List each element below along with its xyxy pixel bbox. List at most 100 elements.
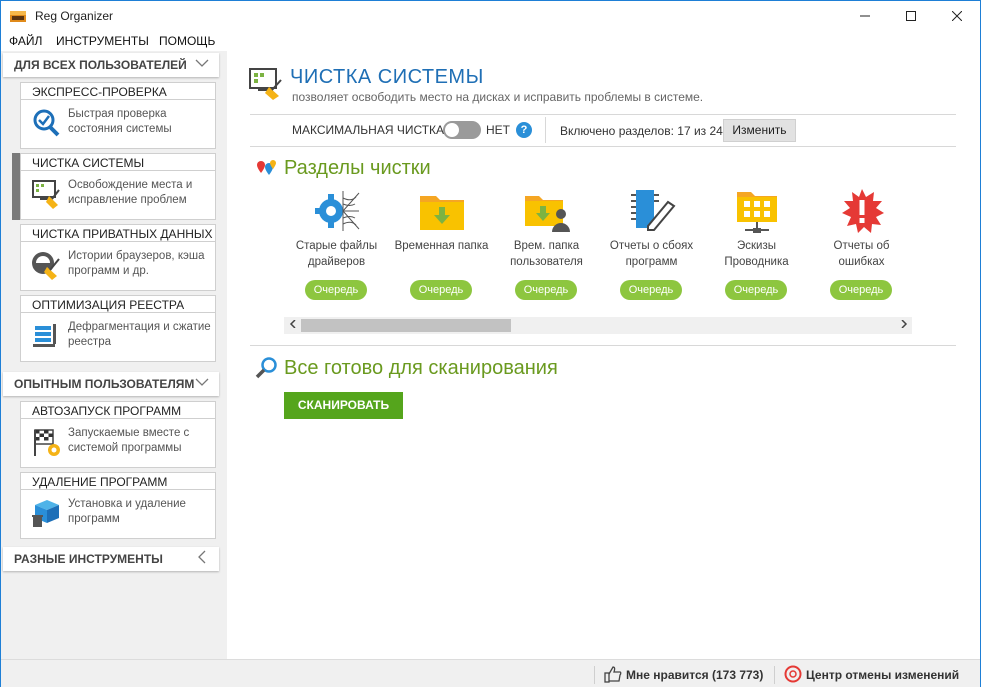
section-label: Временная папка [394, 240, 489, 252]
menu-bar: ФАЙЛ ИНСТРУМЕНТЫ ПОМОЩЬ [1, 31, 980, 51]
section-label: Отчеты о сбоях программ [609, 240, 694, 268]
maximize-button[interactable] [888, 1, 934, 31]
card-description: Запускаемые вместе с системой программы [68, 427, 190, 454]
queue-button[interactable]: Очередь [410, 280, 472, 300]
group-misc-tools[interactable]: РАЗНЫЕ ИНСТРУМЕНТЫ [3, 547, 219, 571]
card-title: ЧИСТКА СИСТЕМЫ [21, 154, 215, 171]
user-folder-icon [525, 196, 570, 232]
section-label: Старые файлы драйверов [295, 240, 378, 268]
scroll-left-arrow[interactable] [284, 317, 301, 334]
divider [250, 345, 956, 346]
page-title: ЧИСТКА СИСТЕМЫ [290, 66, 484, 88]
section-item-temp-folder: Временная папка Очередь [389, 186, 494, 306]
menu-help[interactable]: ПОМОЩЬ [159, 34, 215, 48]
broom-monitor-icon [249, 68, 282, 100]
maximize-icon [906, 11, 916, 21]
undo-center-button[interactable]: Центр отмены изменений [806, 668, 959, 682]
card-system-cleanup[interactable]: ЧИСТКА СИСТЕМЫ Освобождение места и испр… [20, 153, 216, 220]
ready-title: Все готово для сканирования [284, 357, 558, 379]
section-item-explorer-thumbs: Эскизы Проводника Очередь [704, 186, 809, 306]
title-bar: Reg Organizer [1, 1, 980, 31]
active-indicator [12, 153, 20, 220]
startup-flag-icon [34, 429, 60, 456]
minimize-icon [860, 15, 870, 17]
card-description: Освобождение места и исправление проблем [68, 179, 193, 206]
card-uninstall[interactable]: УДАЛЕНИЕ ПРОГРАММ Установка и удаление п… [20, 472, 216, 539]
help-icon[interactable]: ? [516, 122, 532, 138]
max-clean-toggle[interactable] [443, 121, 481, 139]
chevron-left-icon [198, 550, 206, 564]
queue-button[interactable]: Очередь [305, 280, 367, 300]
toggle-knob [445, 123, 459, 137]
card-description: Истории браузеров, кэша программ и др. [68, 250, 205, 277]
max-clean-label: МАКСИМАЛЬНАЯ ЧИСТКА [292, 123, 445, 137]
close-button[interactable] [934, 1, 980, 31]
close-icon [952, 11, 962, 21]
search-icon [255, 357, 277, 379]
menu-file[interactable]: ФАЙЛ [9, 34, 42, 48]
window-title: Reg Organizer [35, 9, 114, 23]
sections-title: Разделы чистки [284, 157, 431, 179]
queue-button[interactable]: Очередь [515, 280, 577, 300]
card-title: ЭКСПРЕСС-ПРОВЕРКА [21, 83, 215, 100]
chevron-down-icon [195, 378, 209, 386]
section-label: Эскизы Проводника [724, 240, 789, 268]
enabled-sections-count: Включено разделов: 17 из 24 [560, 124, 723, 138]
section-item-crash-reports: Отчеты о сбоях программ Очередь [599, 186, 704, 306]
divider [545, 117, 546, 143]
change-button[interactable]: Изменить [723, 119, 796, 142]
toggle-state-label: НЕТ [486, 123, 510, 137]
chevron-left-icon [289, 319, 296, 329]
main-content: ЧИСТКА СИСТЕМЫ позволяет освободить мест… [227, 51, 980, 659]
card-title: УДАЛЕНИЕ ПРОГРАММ [21, 473, 215, 490]
scroll-right-arrow[interactable] [895, 317, 912, 334]
section-item-old-drivers: Старые файлы драйверов Очередь [284, 186, 389, 306]
privacy-broom-icon [32, 252, 60, 280]
divider [250, 146, 956, 147]
section-item-error-reports: Отчеты об ошибках Очередь [809, 186, 914, 306]
thumbnail-folder-icon [737, 192, 777, 233]
divider [250, 114, 956, 115]
card-title: АВТОЗАПУСК ПРОГРАММ [21, 402, 215, 419]
divider [594, 666, 595, 684]
section-item-user-temp: Врем. папка пользователя Очередь [494, 186, 599, 306]
broom-monitor-icon [32, 180, 60, 209]
card-registry-optimize[interactable]: ОПТИМИЗАЦИЯ РЕЕСТРА Дефрагментация и сжа… [20, 295, 216, 362]
group-label: ДЛЯ ВСЕХ ПОЛЬЗОВАТЕЛЕЙ [14, 58, 187, 72]
registry-compress-icon [33, 324, 56, 347]
card-autostart[interactable]: АВТОЗАПУСК ПРОГРАММ Запускаемые вместе с… [20, 401, 216, 468]
section-label: Отчеты об ошибках [833, 240, 890, 268]
like-button[interactable]: Мне нравится (173 773) [626, 668, 763, 682]
card-express-check[interactable]: ЭКСПРЕСС-ПРОВЕРКА Быстрая проверка состо… [20, 82, 216, 149]
status-bar: Мне нравится (173 773) Центр отмены изме… [1, 659, 980, 687]
group-label: РАЗНЫЕ ИНСТРУМЕНТЫ [14, 552, 163, 566]
card-title: ЧИСТКА ПРИВАТНЫХ ДАННЫХ [21, 225, 215, 242]
group-advanced-users[interactable]: ОПЫТНЫМ ПОЛЬЗОВАТЕЛЯМ [3, 372, 219, 396]
queue-button[interactable]: Очередь [725, 280, 787, 300]
divider [774, 666, 775, 684]
scan-button[interactable]: СКАНИРОВАТЬ [284, 392, 403, 419]
app-window: Reg Organizer ФАЙЛ ИНСТРУМЕНТЫ ПОМОЩЬ ДЛ… [0, 0, 981, 687]
queue-button[interactable]: Очередь [830, 280, 892, 300]
chevron-down-icon [195, 59, 209, 67]
cleanup-sections-list: Старые файлы драйверов Очередь Временная… [284, 186, 916, 306]
gear-web-icon [315, 191, 360, 231]
queue-button[interactable]: Очередь [620, 280, 682, 300]
check-magnifier-icon [33, 109, 60, 137]
group-all-users[interactable]: ДЛЯ ВСЕХ ПОЛЬЗОВАТЕЛЕЙ [3, 53, 219, 77]
menu-tools[interactable]: ИНСТРУМЕНТЫ [56, 34, 149, 48]
card-description: Установка и удаление программ [68, 498, 186, 525]
card-title: ОПТИМИЗАЦИЯ РЕЕСТРА [21, 296, 215, 313]
group-label: ОПЫТНЫМ ПОЛЬЗОВАТЕЛЯМ [14, 377, 195, 391]
minimize-button[interactable] [842, 1, 888, 31]
thumbs-up-icon [604, 666, 622, 683]
horizontal-scrollbar[interactable] [284, 317, 912, 334]
undo-lifebuoy-icon [784, 665, 802, 683]
error-burst-icon [842, 189, 884, 233]
app-logo-icon [10, 11, 26, 22]
scrollbar-thumb[interactable] [301, 319, 511, 332]
card-description: Быстрая проверка состояния системы [68, 108, 172, 135]
card-description: Дефрагментация и сжатие реестра [68, 321, 211, 348]
card-privacy-cleanup[interactable]: ЧИСТКА ПРИВАТНЫХ ДАННЫХ Истории браузеро… [20, 224, 216, 291]
section-label: Врем. папка пользователя [510, 240, 583, 268]
